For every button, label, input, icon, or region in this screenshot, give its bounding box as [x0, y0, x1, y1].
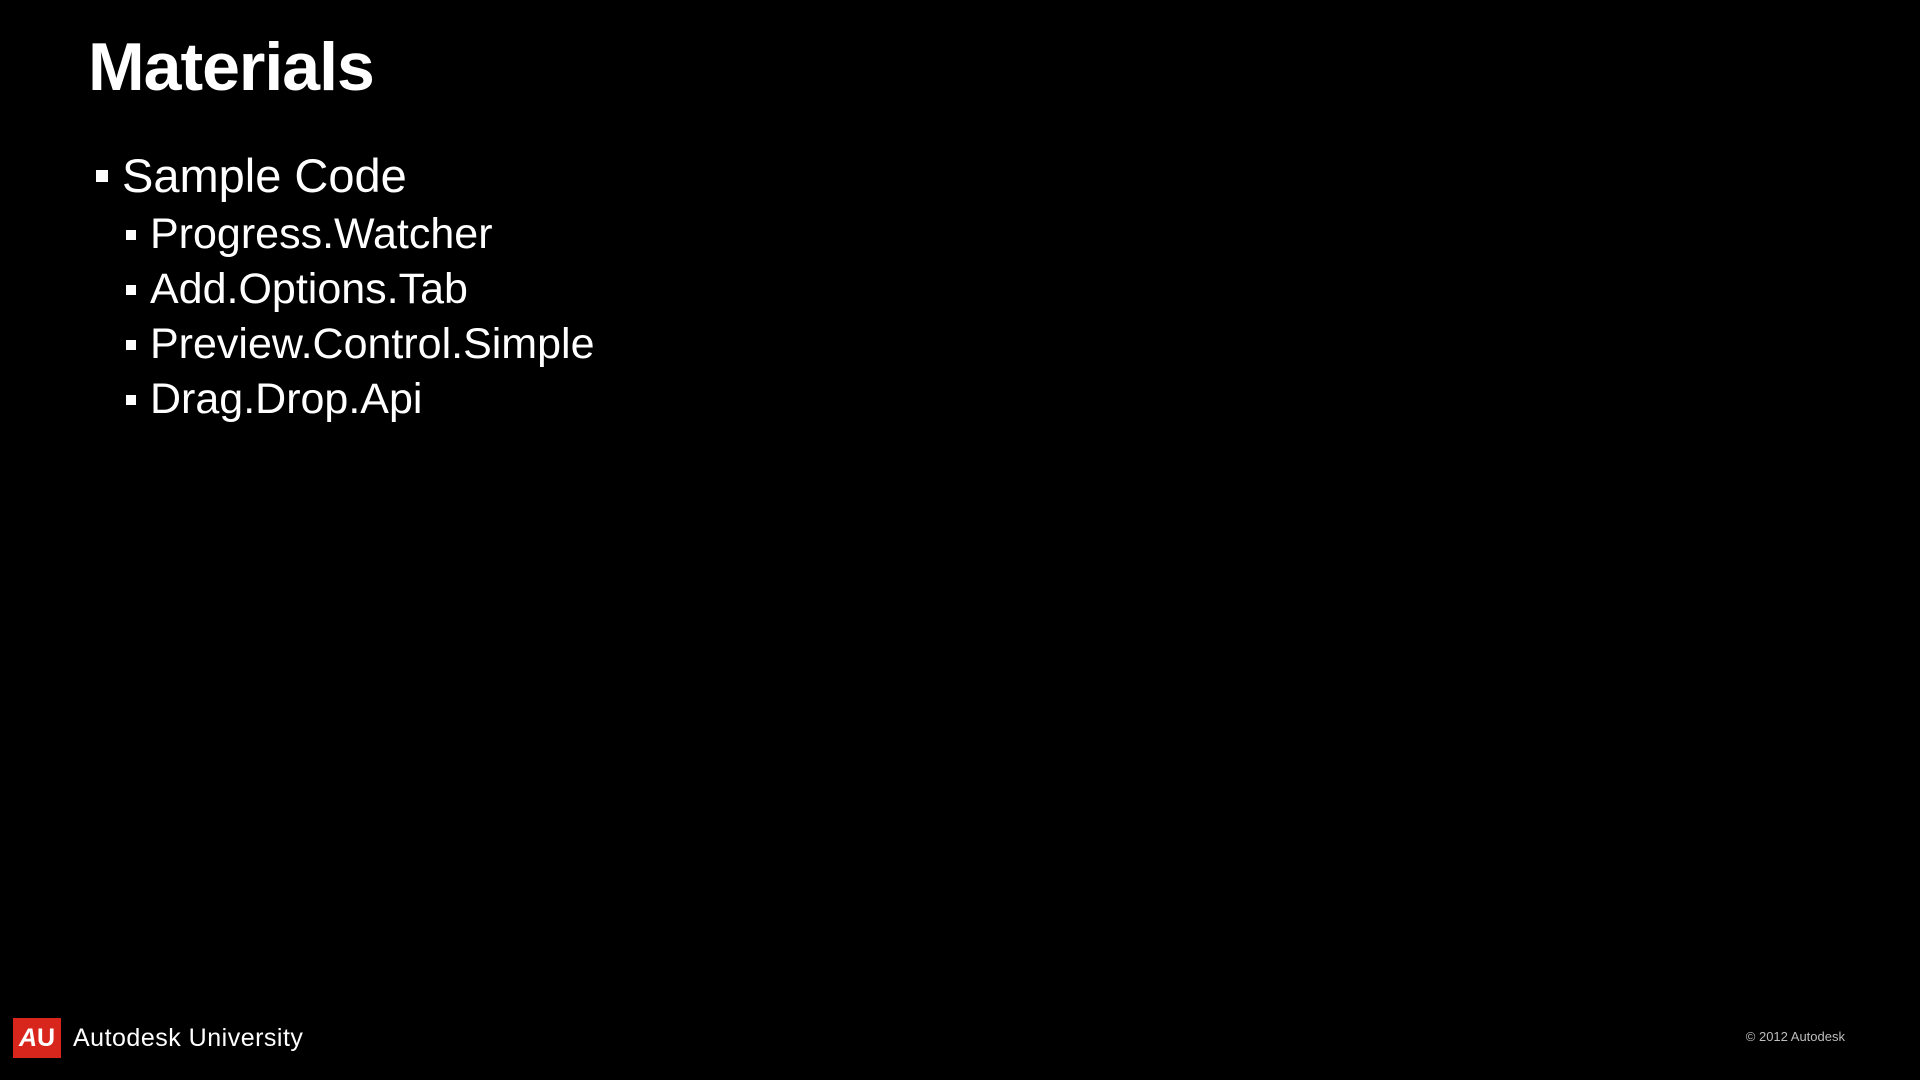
level1-text: Sample Code [122, 148, 407, 203]
level2-text: Drag.Drop.Api [150, 372, 422, 427]
logo-letter-u: U [37, 1024, 55, 1053]
level2-text: Preview.Control.Simple [150, 317, 595, 372]
bullet-level2: Add.Options.Tab [126, 262, 595, 317]
footer-brand: AU Autodesk University [13, 1018, 303, 1058]
bullet-level1: Sample Code [96, 148, 595, 203]
au-logo-icon: AU [13, 1018, 61, 1058]
bullet-level2: Progress.Watcher [126, 207, 595, 262]
square-bullet-icon [126, 285, 136, 295]
slide-title: Materials [88, 28, 374, 106]
bullet-level2: Drag.Drop.Api [126, 372, 595, 427]
sublist: Progress.Watcher Add.Options.Tab Preview… [126, 207, 595, 427]
logo-letter-a: A [19, 1024, 36, 1053]
square-bullet-icon [126, 395, 136, 405]
level2-text: Progress.Watcher [150, 207, 493, 262]
content-area: Sample Code Progress.Watcher Add.Options… [96, 148, 595, 427]
copyright-text: © 2012 Autodesk [1746, 1029, 1845, 1044]
square-bullet-icon [126, 340, 136, 350]
level2-text: Add.Options.Tab [150, 262, 468, 317]
square-bullet-icon [96, 170, 108, 182]
slide: Materials Sample Code Progress.Watcher A… [0, 0, 1920, 1080]
square-bullet-icon [126, 230, 136, 240]
brand-label: Autodesk University [73, 1024, 303, 1053]
bullet-level2: Preview.Control.Simple [126, 317, 595, 372]
